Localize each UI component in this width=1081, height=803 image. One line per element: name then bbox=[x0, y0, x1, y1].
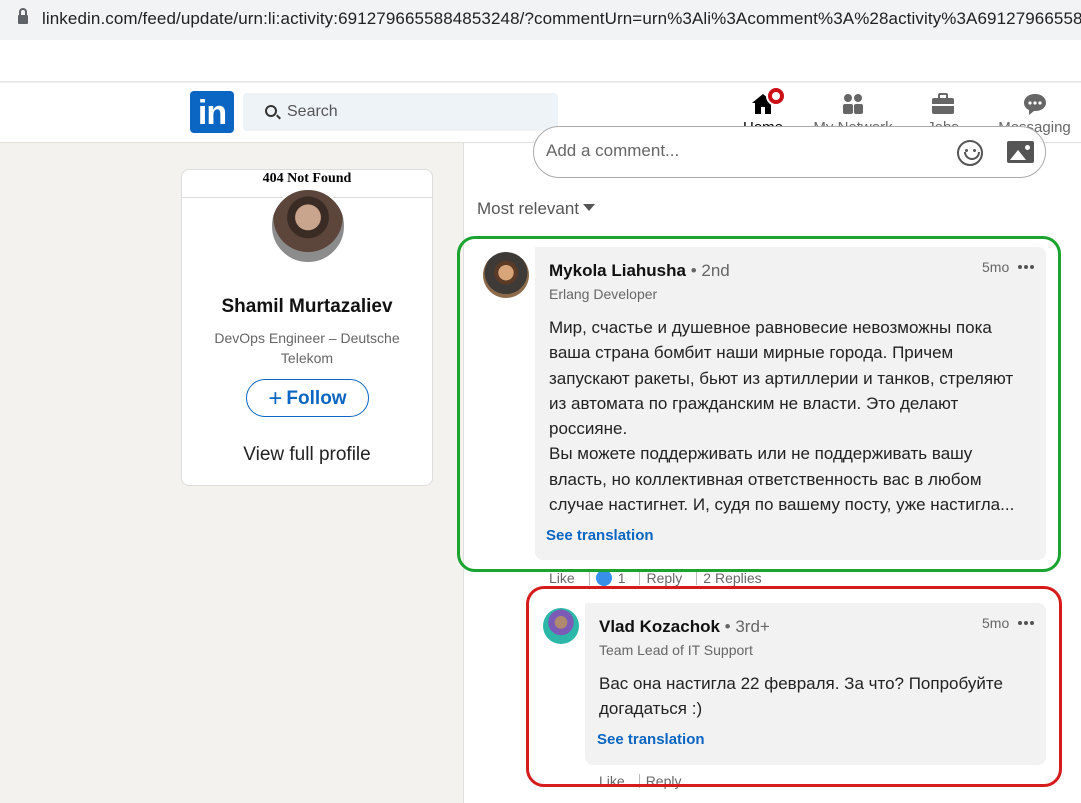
chat-icon bbox=[1023, 94, 1046, 115]
url-text[interactable]: linkedin.com/feed/update/urn:li:activity… bbox=[42, 9, 1081, 29]
notification-badge bbox=[766, 86, 786, 106]
emoji-icon[interactable] bbox=[957, 140, 983, 166]
follow-button[interactable]: + Follow bbox=[246, 379, 369, 417]
network-icon bbox=[843, 94, 863, 114]
plus-icon: + bbox=[268, 384, 283, 412]
red-highlight-frame bbox=[526, 586, 1062, 787]
search-icon bbox=[265, 105, 277, 117]
profile-avatar[interactable] bbox=[270, 188, 346, 264]
sort-dropdown[interactable]: Most relevant bbox=[477, 199, 596, 219]
briefcase-icon bbox=[932, 93, 954, 114]
profile-card: 404 Not Found Shamil Murtazaliev DevOps … bbox=[181, 169, 433, 486]
caret-down-icon bbox=[583, 204, 596, 211]
green-highlight-frame bbox=[457, 236, 1061, 572]
profile-name[interactable]: Shamil Murtazaliev bbox=[182, 296, 432, 318]
separator bbox=[588, 571, 590, 585]
like-count[interactable]: 1 bbox=[618, 570, 626, 586]
separator bbox=[696, 571, 698, 585]
search-input[interactable] bbox=[287, 93, 547, 131]
view-full-profile-link[interactable]: View full profile bbox=[182, 444, 432, 466]
search-box[interactable] bbox=[243, 93, 558, 131]
browser-address-bar[interactable]: linkedin.com/feed/update/urn:li:activity… bbox=[0, 0, 1081, 40]
follow-label: Follow bbox=[286, 387, 347, 409]
add-comment-input[interactable] bbox=[546, 137, 926, 165]
separator bbox=[639, 571, 641, 585]
reply-button[interactable]: Reply bbox=[646, 570, 682, 586]
comment-actions: Like 1 Reply 2 Replies bbox=[549, 570, 768, 586]
lock-icon bbox=[18, 8, 28, 25]
sort-label: Most relevant bbox=[477, 199, 580, 218]
linkedin-logo[interactable]: in bbox=[190, 91, 234, 133]
like-button[interactable]: Like bbox=[549, 570, 575, 586]
like-reaction-icon[interactable] bbox=[595, 570, 612, 586]
profile-headline: DevOps Engineer – Deutsche Telekom bbox=[214, 330, 400, 366]
image-icon[interactable] bbox=[1007, 141, 1034, 163]
replies-link[interactable]: 2 Replies bbox=[703, 570, 761, 586]
browser-tab-strip bbox=[0, 40, 1081, 82]
